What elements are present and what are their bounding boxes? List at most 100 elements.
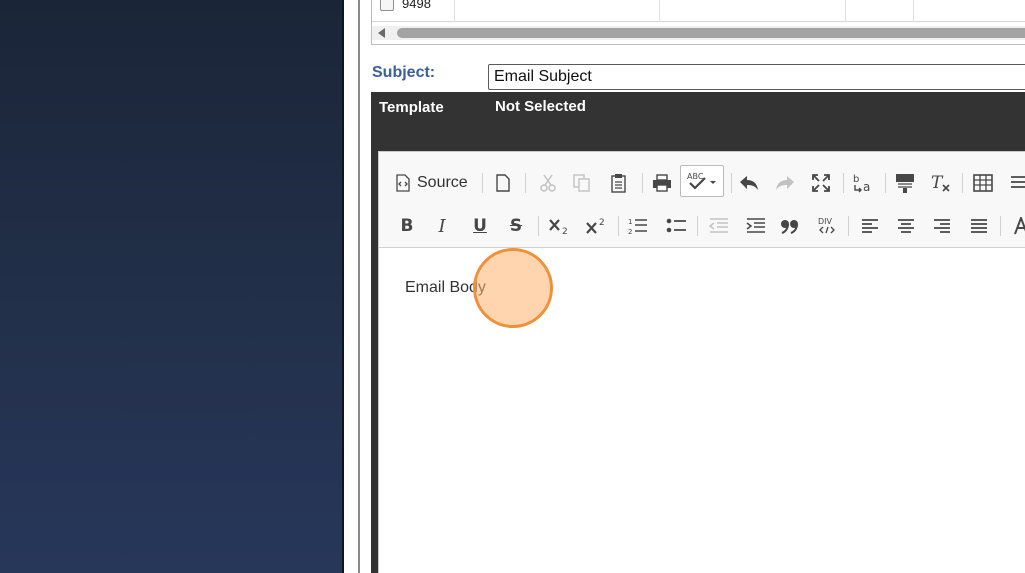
bold-button[interactable]: B	[394, 212, 420, 240]
bulleted-list-button[interactable]	[662, 212, 690, 240]
outdent-button[interactable]	[704, 212, 732, 240]
align-center-button[interactable]	[892, 212, 920, 240]
subject-input[interactable]	[488, 64, 1025, 90]
numbered-list-button[interactable]: 12	[624, 212, 652, 240]
toolbar-separator	[697, 216, 698, 236]
redo-icon	[775, 175, 795, 191]
toolbar-separator	[642, 173, 643, 193]
recipients-grid: 9498	[371, 0, 1025, 45]
new-page-button[interactable]	[489, 169, 517, 197]
maximize-icon	[812, 174, 830, 192]
toolbar-separator	[885, 173, 886, 193]
remove-format-icon: T	[930, 173, 952, 193]
toolbar-separator	[962, 173, 963, 193]
format-painter-button[interactable]	[891, 169, 919, 197]
italic-icon: I	[438, 215, 446, 237]
print-button[interactable]	[648, 169, 676, 197]
table-row[interactable]: 9498	[372, 0, 1025, 22]
email-compose-panel: 9498 Subject: Template Not Selected	[360, 0, 1025, 573]
text-color-button[interactable]	[1007, 212, 1025, 240]
italic-button[interactable]: I	[429, 212, 455, 240]
click-indicator	[473, 248, 553, 328]
maximize-button[interactable]	[807, 169, 835, 197]
find-replace-icon: ba	[852, 173, 874, 193]
undo-button[interactable]	[735, 169, 763, 197]
source-icon	[395, 174, 411, 192]
toolbar-separator	[843, 173, 844, 193]
subscript-button[interactable]: 2	[545, 212, 573, 240]
create-div-button[interactable]: DIV	[813, 212, 841, 240]
remove-format-button[interactable]: T	[927, 169, 955, 197]
bold-icon: B	[400, 216, 414, 236]
blockquote-button[interactable]	[776, 212, 804, 240]
toolbar-separator	[525, 173, 526, 193]
indent-icon	[745, 217, 765, 235]
row-checkbox[interactable]	[380, 0, 394, 11]
underline-icon: U	[473, 216, 487, 236]
svg-text:2: 2	[628, 228, 632, 235]
table-cell	[846, 0, 914, 22]
align-right-icon	[933, 218, 951, 234]
align-right-button[interactable]	[928, 212, 956, 240]
pane-gutter	[344, 0, 358, 573]
quote-icon	[780, 218, 800, 234]
editor-toolbar: Source ABC b a T B I U S 2 2 1 2 DIV	[379, 152, 1025, 248]
table-cell	[914, 0, 1025, 22]
svg-text:a: a	[863, 180, 870, 193]
spellcheck-icon: ABC	[686, 171, 718, 191]
div-container-icon: DIV	[817, 216, 837, 236]
cut-button[interactable]	[534, 169, 562, 197]
toolbar-separator	[538, 216, 539, 236]
strikethrough-icon: S	[509, 216, 523, 236]
svg-text:ABC: ABC	[687, 172, 704, 181]
rich-text-editor: Source ABC b a T B I U S 2 2 1 2 DIV Ema…	[378, 151, 1025, 573]
table-button[interactable]	[969, 169, 997, 197]
justify-button[interactable]	[965, 212, 993, 240]
subscript-icon: 2	[548, 217, 570, 235]
scroll-left-icon[interactable]	[378, 28, 385, 38]
align-center-icon	[897, 218, 915, 234]
cut-icon	[539, 174, 557, 192]
spellcheck-dropdown[interactable]: ABC	[680, 165, 724, 197]
toolbar-separator	[731, 173, 732, 193]
table-cell	[660, 0, 846, 22]
svg-text:b: b	[853, 174, 859, 185]
table-cell	[455, 0, 660, 22]
text-color-icon	[1013, 217, 1025, 235]
toolbar-separator	[482, 173, 483, 193]
toolbar-separator	[618, 216, 619, 236]
align-left-button[interactable]	[856, 212, 884, 240]
table-icon	[973, 174, 993, 192]
horizontal-rule-button[interactable]	[1005, 169, 1025, 197]
svg-text:DIV: DIV	[818, 217, 833, 226]
format-painter-icon	[895, 173, 915, 193]
bulleted-list-icon	[666, 217, 686, 235]
new-page-icon	[495, 174, 511, 192]
underline-button[interactable]: U	[467, 212, 493, 240]
source-label: Source	[417, 174, 468, 191]
redo-button[interactable]	[771, 169, 799, 197]
toolbar-separator	[848, 216, 849, 236]
find-replace-button[interactable]: ba	[849, 169, 877, 197]
paste-button[interactable]	[605, 169, 633, 197]
template-selector[interactable]: Not Selected	[495, 98, 586, 115]
indent-button[interactable]	[741, 212, 769, 240]
row-id: 9498	[402, 0, 431, 11]
superscript-icon: 2	[585, 217, 607, 235]
source-button[interactable]: Source	[395, 169, 475, 197]
superscript-button[interactable]: 2	[582, 212, 610, 240]
svg-text:1: 1	[628, 218, 632, 226]
subject-label: Subject:	[372, 64, 436, 81]
undo-icon	[739, 175, 759, 191]
toolbar-separator	[1000, 216, 1001, 236]
align-lines-icon	[1009, 174, 1025, 192]
svg-text:T: T	[931, 173, 944, 193]
horizontal-scrollbar[interactable]	[372, 26, 1025, 40]
print-icon	[652, 174, 672, 192]
copy-button[interactable]	[568, 169, 596, 197]
strikethrough-button[interactable]: S	[503, 212, 529, 240]
align-left-icon	[861, 218, 879, 234]
svg-text:2: 2	[562, 227, 568, 235]
scrollbar-thumb[interactable]	[397, 28, 1025, 38]
background-pane	[0, 0, 344, 573]
